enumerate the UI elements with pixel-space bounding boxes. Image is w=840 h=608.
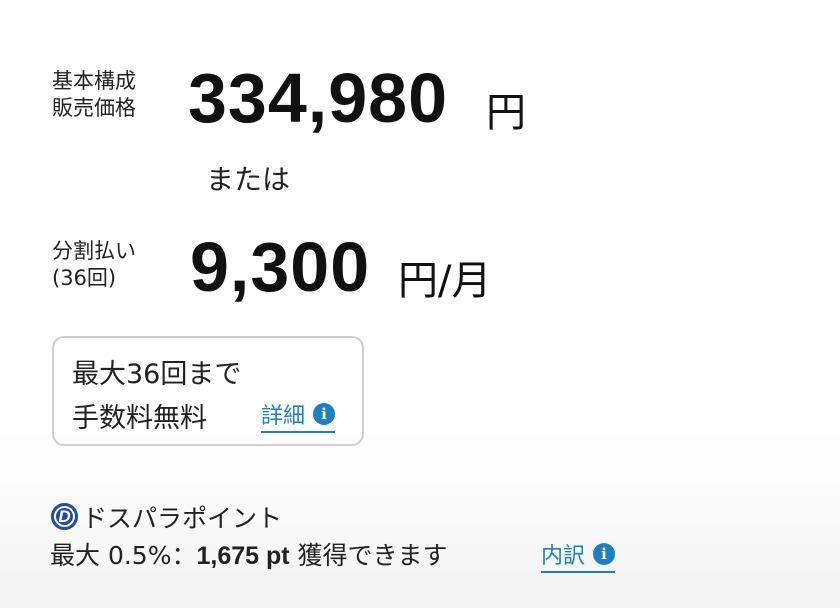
points-breakdown-link[interactable]: 内訳 i <box>541 538 616 573</box>
installment-label: 分割払い (36回) <box>52 238 136 292</box>
base-price-unit: 円 <box>486 90 526 136</box>
points-title: ドスパラポイント <box>82 504 283 533</box>
points-suffix: 獲得できます <box>289 541 448 570</box>
installment-label-line2: (36回) <box>52 266 117 290</box>
info-icon: i <box>593 543 616 565</box>
dospara-point-logo-icon: D <box>51 503 78 530</box>
points-line: 最大 0.5%：1,675 pt 獲得できます <box>50 536 448 572</box>
fee-details-link-label: 詳細 <box>261 404 306 429</box>
installment-label-line1: 分割払い <box>52 239 136 263</box>
base-price-label-line2: 販売価格 <box>52 96 136 120</box>
installment-unit: 円/月 <box>398 258 492 304</box>
points-breakdown-link-label: 内訳 <box>541 544 586 569</box>
base-price-label-line1: 基本構成 <box>52 69 136 93</box>
installment-amount: 9,300 <box>190 228 371 306</box>
points-amount: 1,675 pt <box>196 542 290 570</box>
fee-box-line2: 手数料無料 <box>72 403 207 434</box>
fee-box-line1: 最大36回まで <box>72 359 242 390</box>
base-price-amount: 334,980 <box>188 59 449 137</box>
points-prefix: 最大 0.5%： <box>50 541 197 570</box>
info-icon: i <box>313 403 336 425</box>
fee-details-link[interactable]: 詳細 i <box>261 398 336 433</box>
base-price-label: 基本構成 販売価格 <box>52 68 136 122</box>
or-text: または <box>206 163 291 196</box>
fee-free-box: 最大36回まで 手数料無料 詳細 i <box>52 336 364 446</box>
